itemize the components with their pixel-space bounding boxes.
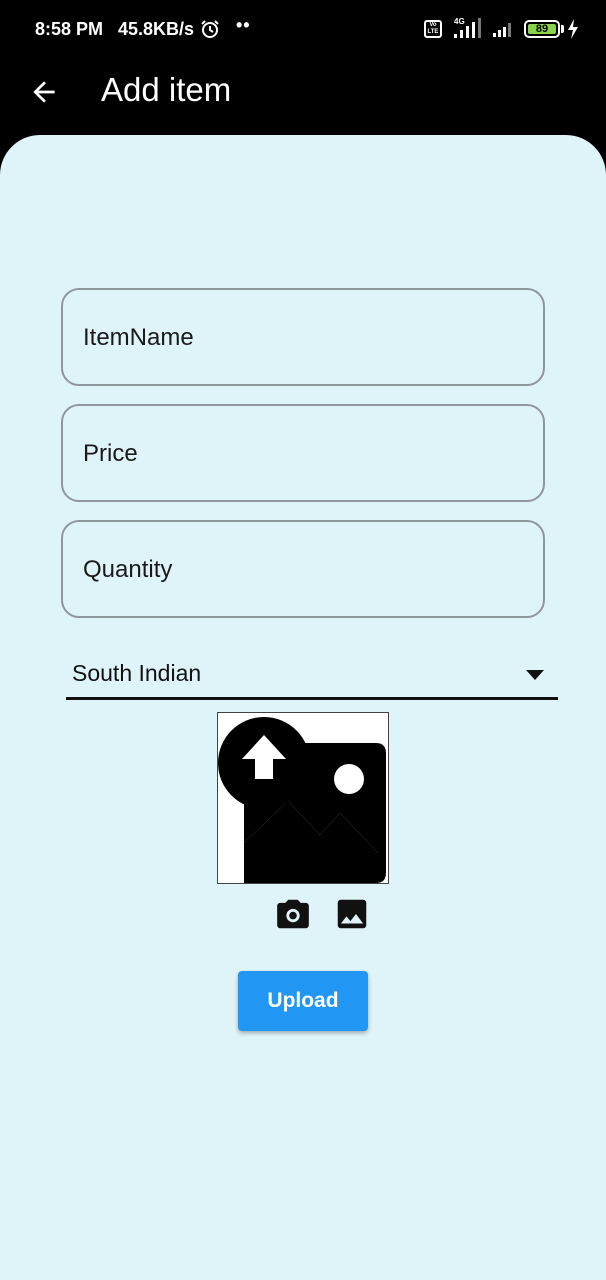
status-network-speed: 45.8KB/s bbox=[118, 19, 195, 39]
price-input[interactable] bbox=[81, 406, 525, 502]
status-time: 8:58 PM bbox=[35, 19, 104, 39]
category-dropdown[interactable]: South Indian bbox=[66, 652, 558, 700]
volte-icon: Vo LTE bbox=[424, 20, 442, 38]
signal-4g-icon: 4G bbox=[454, 17, 481, 38]
price-field bbox=[61, 404, 545, 502]
item-name-field bbox=[61, 288, 545, 386]
quantity-field bbox=[61, 520, 545, 618]
battery-icon: 89 bbox=[524, 20, 560, 38]
quantity-input[interactable] bbox=[81, 522, 525, 618]
item-name-input[interactable] bbox=[81, 290, 525, 386]
form-container: South Indian Upload bbox=[0, 135, 606, 1280]
arrow-back-icon bbox=[33, 81, 55, 103]
signal-icon bbox=[493, 23, 511, 37]
status-bar: 8:58 PM 45.8KB/s •• Vo LTE 4G 89 bbox=[0, 0, 606, 60]
battery-level: 89 bbox=[528, 24, 556, 35]
camera-icon bbox=[277, 899, 309, 929]
alarm-icon bbox=[201, 20, 219, 38]
battery-tip bbox=[561, 25, 564, 33]
camera-button[interactable] bbox=[274, 895, 312, 933]
svg-text:4G: 4G bbox=[454, 17, 465, 26]
category-selected-value: South Indian bbox=[72, 660, 202, 686]
app-bar: Add item bbox=[0, 60, 606, 135]
status-more-dots: •• bbox=[236, 15, 251, 35]
gallery-icon bbox=[337, 899, 367, 929]
charging-icon bbox=[568, 19, 578, 39]
page-title: Add item bbox=[101, 71, 232, 108]
upload-button[interactable]: Upload bbox=[238, 971, 368, 1031]
image-upload-icon bbox=[218, 717, 386, 883]
image-preview[interactable] bbox=[217, 712, 389, 884]
dropdown-arrow-icon bbox=[526, 670, 544, 680]
gallery-button[interactable] bbox=[333, 895, 371, 933]
back-button[interactable] bbox=[20, 68, 68, 116]
